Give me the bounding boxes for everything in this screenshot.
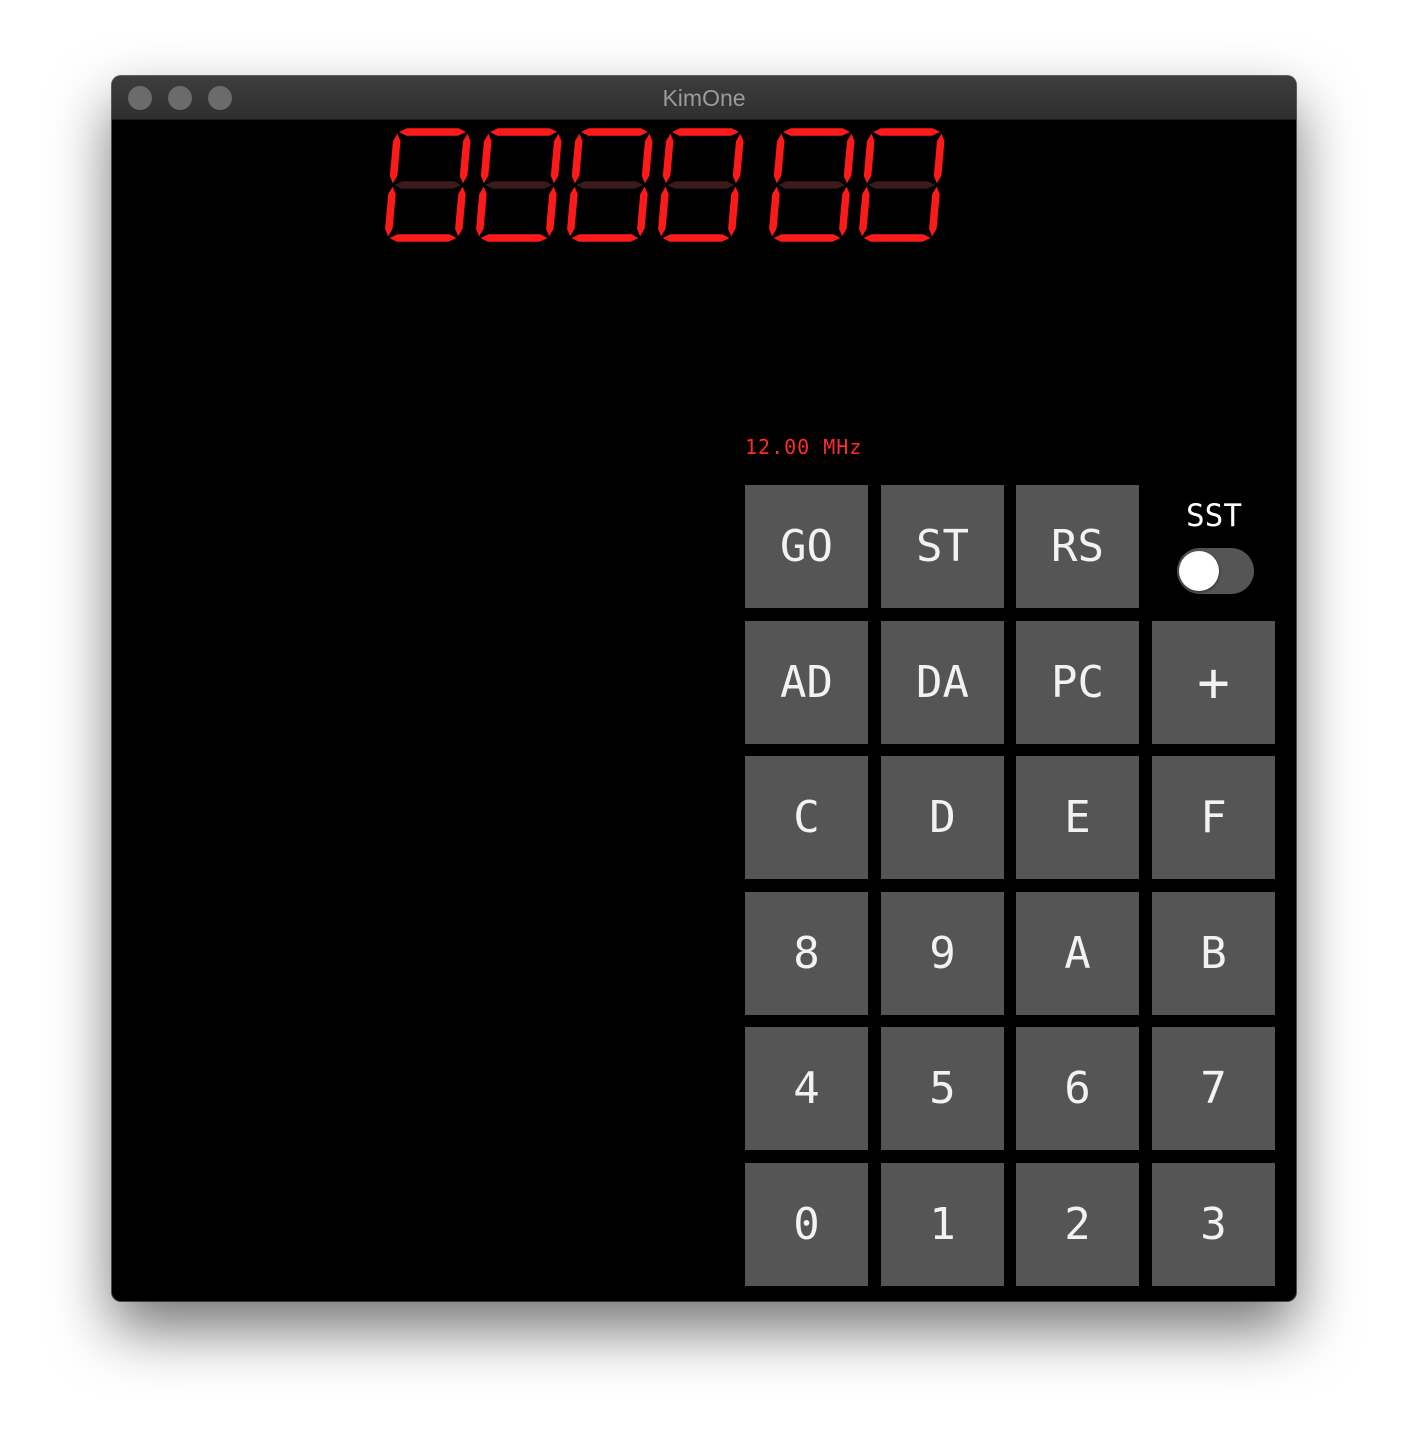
led-segment-b [640, 130, 654, 187]
led-segment-e [383, 183, 398, 240]
led-segment-a [577, 126, 652, 138]
key-d-button[interactable]: D [881, 756, 1004, 879]
led-segment-g [573, 179, 647, 191]
key-4-button[interactable]: 4 [745, 1027, 868, 1150]
led-segment-b [549, 130, 563, 187]
sst-toggle-knob [1179, 551, 1219, 591]
led-segment-g [664, 179, 738, 191]
led-segment-f [570, 130, 584, 187]
key-f-button[interactable]: F [1152, 756, 1275, 879]
led-segment-c [837, 183, 852, 240]
led-segment-b [731, 130, 745, 187]
key-a-button[interactable]: A [1016, 892, 1139, 1015]
key-3-button[interactable]: 3 [1152, 1163, 1275, 1286]
led-segment-e [857, 183, 872, 240]
key-b-button[interactable]: B [1152, 892, 1275, 1015]
key-1-button[interactable]: 1 [881, 1163, 1004, 1286]
clock-speed-label: 12.00 MHz [745, 435, 863, 459]
led-segment-c [635, 183, 650, 240]
led-segment-e [767, 183, 782, 240]
key-e-button[interactable]: E [1016, 756, 1139, 879]
ad-button[interactable]: AD [745, 621, 868, 744]
app-window: KimOne 12.00 MHz GO ST RS SST AD DA PC +… [112, 76, 1296, 1301]
led-segment-b [842, 130, 856, 187]
led-segment-f [661, 130, 675, 187]
led-segment-d [477, 232, 551, 244]
led-segment-a [668, 126, 743, 138]
led-segment-f [862, 130, 876, 187]
rs-button[interactable]: RS [1016, 485, 1139, 608]
sst-toggle[interactable] [1177, 548, 1254, 594]
sst-label: SST [1186, 498, 1242, 534]
led-segment-a [486, 126, 561, 138]
led-segment-d [568, 232, 642, 244]
key-0-button[interactable]: 0 [745, 1163, 868, 1286]
key-9-button[interactable]: 9 [881, 892, 1004, 1015]
led-segment-d [386, 232, 460, 244]
pc-button[interactable]: PC [1016, 621, 1139, 744]
led-segment-d [659, 232, 733, 244]
key-c-button[interactable]: C [745, 756, 868, 879]
led-segment-g [391, 179, 465, 191]
led-segment-e [656, 183, 671, 240]
led-segment-a [395, 126, 470, 138]
led-segment-b [932, 130, 946, 187]
key-7-button[interactable]: 7 [1152, 1027, 1275, 1150]
key-5-button[interactable]: 5 [881, 1027, 1004, 1150]
plus-button[interactable]: + [1152, 621, 1275, 744]
led-segment-d [770, 232, 844, 244]
led-segment-g [865, 179, 939, 191]
led-segment-c [453, 183, 468, 240]
led-segment-a [779, 126, 854, 138]
led-segment-f [479, 130, 493, 187]
key-6-button[interactable]: 6 [1016, 1027, 1139, 1150]
title-bar[interactable]: KimOne [112, 76, 1296, 120]
go-button[interactable]: GO [745, 485, 868, 608]
led-segment-g [775, 179, 849, 191]
led-segment-d [860, 232, 934, 244]
key-8-button[interactable]: 8 [745, 892, 868, 1015]
led-segment-b [458, 130, 472, 187]
led-segment-g [482, 179, 556, 191]
led-segment-e [474, 183, 489, 240]
emulator-panel: 12.00 MHz GO ST RS SST AD DA PC + C D E … [112, 120, 1296, 1301]
led-segment-f [772, 130, 786, 187]
led-segment-f [388, 130, 402, 187]
led-display [383, 126, 946, 244]
window-title: KimOne [662, 85, 746, 111]
led-segment-c [544, 183, 559, 240]
led-segment-e [565, 183, 580, 240]
led-segment-a [869, 126, 944, 138]
key-2-button[interactable]: 2 [1016, 1163, 1139, 1286]
st-button[interactable]: ST [881, 485, 1004, 608]
da-button[interactable]: DA [881, 621, 1004, 744]
led-segment-c [927, 183, 942, 240]
led-segment-c [726, 183, 741, 240]
